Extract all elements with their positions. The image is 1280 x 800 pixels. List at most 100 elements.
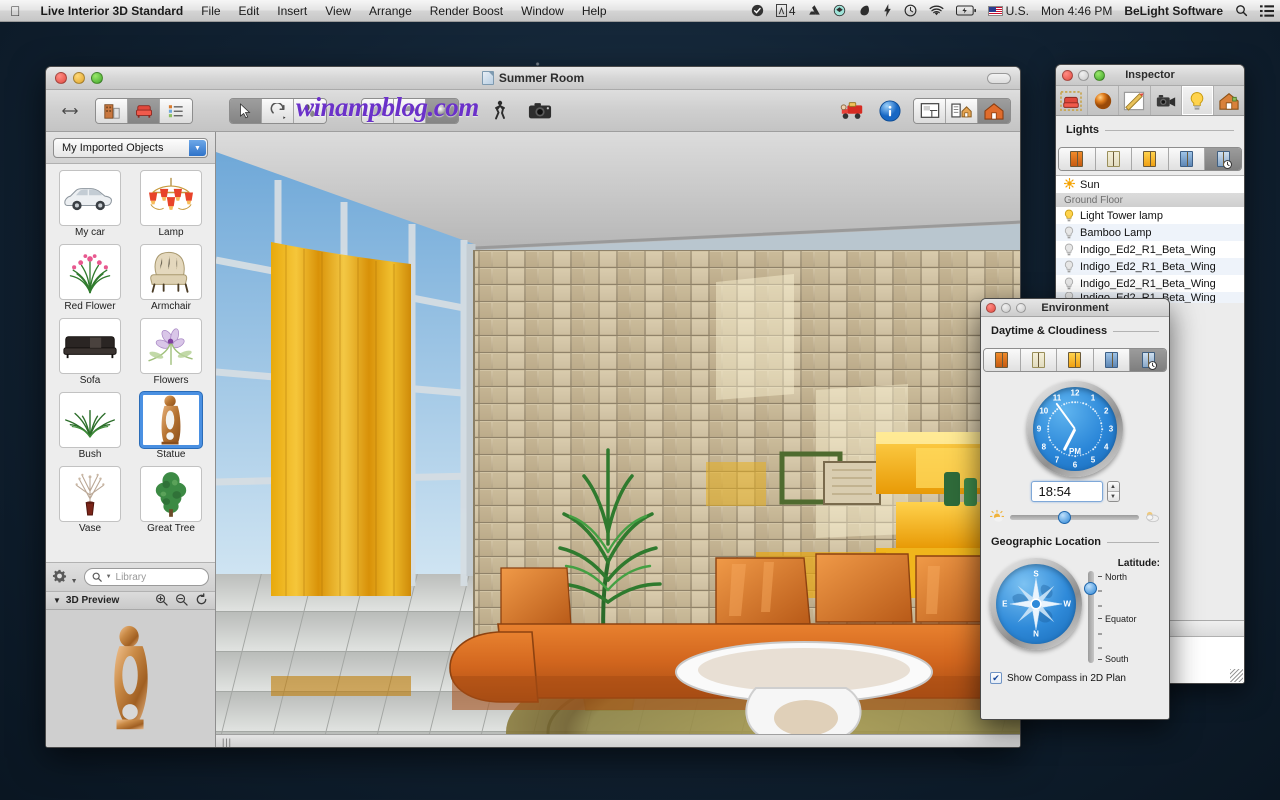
tool-mode-group[interactable] xyxy=(229,97,327,124)
stepper-up-icon[interactable]: ▲ xyxy=(1107,482,1119,492)
material-tab[interactable] xyxy=(1088,86,1119,115)
library-item-flowers[interactable]: Flowers xyxy=(132,318,210,390)
resize-grip-icon[interactable]: ||| xyxy=(222,737,232,747)
inspector-titlebar[interactable]: Inspector xyxy=(1056,65,1244,86)
preset-warm-button[interactable] xyxy=(1132,148,1169,170)
input-locale[interactable]: U.S. xyxy=(982,0,1035,22)
time-input[interactable]: 18:54 xyxy=(1030,481,1103,502)
walkthrough-icon[interactable] xyxy=(485,98,515,124)
latitude-slider-knob[interactable] xyxy=(1084,581,1097,595)
latitude-slider-track[interactable] xyxy=(1084,571,1097,663)
dropbox-icon[interactable] xyxy=(827,0,852,22)
toolbar-toggle-button[interactable] xyxy=(987,73,1011,84)
info-icon[interactable] xyxy=(875,98,905,124)
compass-widget[interactable]: S N E W xyxy=(990,558,1082,650)
menubar-user[interactable]: BeLight Software xyxy=(1118,0,1229,22)
preview-3d-viewport[interactable] xyxy=(46,610,215,747)
zoom-in-icon[interactable] xyxy=(155,593,168,609)
light-tab[interactable] xyxy=(1182,86,1214,115)
resize-icon[interactable] xyxy=(55,98,85,124)
menubar-clock[interactable]: Mon 4:46 PM xyxy=(1035,0,1118,22)
plan-3d-icon[interactable] xyxy=(946,98,978,123)
shading-half-icon[interactable] xyxy=(394,98,426,123)
building-icon[interactable] xyxy=(96,98,128,123)
library-item-my-car[interactable]: My car xyxy=(51,170,129,242)
settings-gear-icon[interactable]: ▼ xyxy=(52,569,78,586)
object-tab[interactable] xyxy=(1056,86,1088,115)
analog-clock[interactable]: PM 12 1 2 3 4 5 6 7 8 9 10 11 xyxy=(1027,381,1123,477)
library-item-armchair[interactable]: Armchair xyxy=(132,244,210,316)
window-titlebar[interactable]: Summer Room xyxy=(46,67,1020,90)
light-row-light-tower-lamp[interactable]: Light Tower lamp xyxy=(1056,207,1244,224)
list-icon[interactable] xyxy=(1254,0,1280,22)
rotate-icon[interactable] xyxy=(262,98,294,123)
library-item-red-flower[interactable]: Red Flower xyxy=(51,244,129,316)
light-row-bamboo-lamp[interactable]: Bamboo Lamp xyxy=(1056,224,1244,241)
house-3d-icon[interactable] xyxy=(978,98,1010,123)
render-viewport-3d[interactable]: ||| xyxy=(216,132,1020,747)
library-item-great-tree[interactable]: Great Tree xyxy=(132,466,210,538)
split-view-icon[interactable] xyxy=(914,98,946,123)
furniture-icon[interactable] xyxy=(128,98,160,123)
menu-item-file[interactable]: File xyxy=(192,0,229,22)
adobe-icon[interactable]: 4 xyxy=(770,0,802,22)
light-row-indigo-1[interactable]: Indigo_Ed2_R1_Beta_Wing xyxy=(1056,241,1244,258)
camera-icon[interactable] xyxy=(525,98,555,124)
preset-custom-time-button[interactable] xyxy=(1205,148,1241,170)
env-preset-warm-button[interactable] xyxy=(1057,349,1094,371)
library-item-vase[interactable]: Vase xyxy=(51,466,129,538)
bulb-off-icon[interactable] xyxy=(1064,226,1074,239)
env-preset-custom-time-button[interactable] xyxy=(1130,349,1166,371)
edit-tab[interactable] xyxy=(1119,86,1151,115)
menu-item-insert[interactable]: Insert xyxy=(268,0,316,22)
menu-item-render-boost[interactable]: Render Boost xyxy=(421,0,512,22)
library-item-sofa[interactable]: Sofa xyxy=(51,318,129,390)
bulb-off-icon[interactable] xyxy=(1064,243,1074,256)
checkbox-input[interactable]: ✔ xyxy=(990,672,1002,684)
library-item-statue[interactable]: Statue xyxy=(132,392,210,464)
chevron-down-icon[interactable]: ▼ xyxy=(189,140,206,156)
walk-icon[interactable] xyxy=(294,98,326,123)
shading-flat-icon[interactable] xyxy=(362,98,394,123)
reset-rotate-icon[interactable] xyxy=(195,592,208,609)
editor-mode-group[interactable] xyxy=(95,97,193,124)
preset-day-button[interactable] xyxy=(1095,148,1133,170)
delivery-truck-icon[interactable] xyxy=(837,98,867,124)
evernote-icon[interactable] xyxy=(852,0,877,22)
time-machine-icon[interactable] xyxy=(898,0,923,22)
wifi-icon[interactable] xyxy=(923,0,950,22)
preset-night-button[interactable] xyxy=(1168,148,1206,170)
bulb-off-icon[interactable] xyxy=(1064,277,1074,290)
bulb-on-icon[interactable] xyxy=(1064,209,1074,222)
menu-app-name[interactable]: Live Interior 3D Standard xyxy=(32,0,193,22)
light-row-indigo-2[interactable]: Indigo_Ed2_R1_Beta_Wing xyxy=(1056,258,1244,275)
search-icon[interactable] xyxy=(1229,0,1254,22)
light-preset-group[interactable] xyxy=(1058,147,1242,171)
menu-item-edit[interactable]: Edit xyxy=(230,0,269,22)
env-preset-day-button[interactable] xyxy=(1020,349,1058,371)
arrow-select-icon[interactable] xyxy=(230,98,262,123)
lights-list[interactable]: Sun Ground Floor Light Tower lamp Bamboo… xyxy=(1056,175,1244,303)
search-input[interactable]: ▼ Library xyxy=(83,568,209,586)
list-icon[interactable] xyxy=(160,98,192,123)
preview-header[interactable]: ▼ 3D Preview xyxy=(46,591,215,610)
stepper-down-icon[interactable]: ▼ xyxy=(1107,492,1119,501)
environment-titlebar[interactable]: Environment xyxy=(981,299,1169,317)
battery-icon[interactable] xyxy=(950,0,982,22)
shading-group[interactable] xyxy=(361,97,459,124)
menu-item-window[interactable]: Window xyxy=(512,0,573,22)
cloudiness-slider-track[interactable] xyxy=(1010,511,1139,524)
camera-tab[interactable] xyxy=(1151,86,1182,115)
env-preset-group[interactable] xyxy=(983,348,1167,372)
env-preset-night-button[interactable] xyxy=(1093,349,1131,371)
bulb-off-icon[interactable] xyxy=(1064,260,1074,273)
checkmark-circle-icon[interactable] xyxy=(745,0,770,22)
time-stepper[interactable]: ▲ ▼ xyxy=(1106,481,1120,502)
library-item-lamp[interactable]: Lamp xyxy=(132,170,210,242)
light-row-indigo-3[interactable]: Indigo_Ed2_R1_Beta_Wing xyxy=(1056,275,1244,292)
google-drive-icon[interactable] xyxy=(802,0,827,22)
shading-full-icon[interactable] xyxy=(426,98,458,123)
apple-icon[interactable]:  xyxy=(0,4,32,18)
library-item-bush[interactable]: Bush xyxy=(51,392,129,464)
env-preset-evening-button[interactable] xyxy=(984,349,1021,371)
